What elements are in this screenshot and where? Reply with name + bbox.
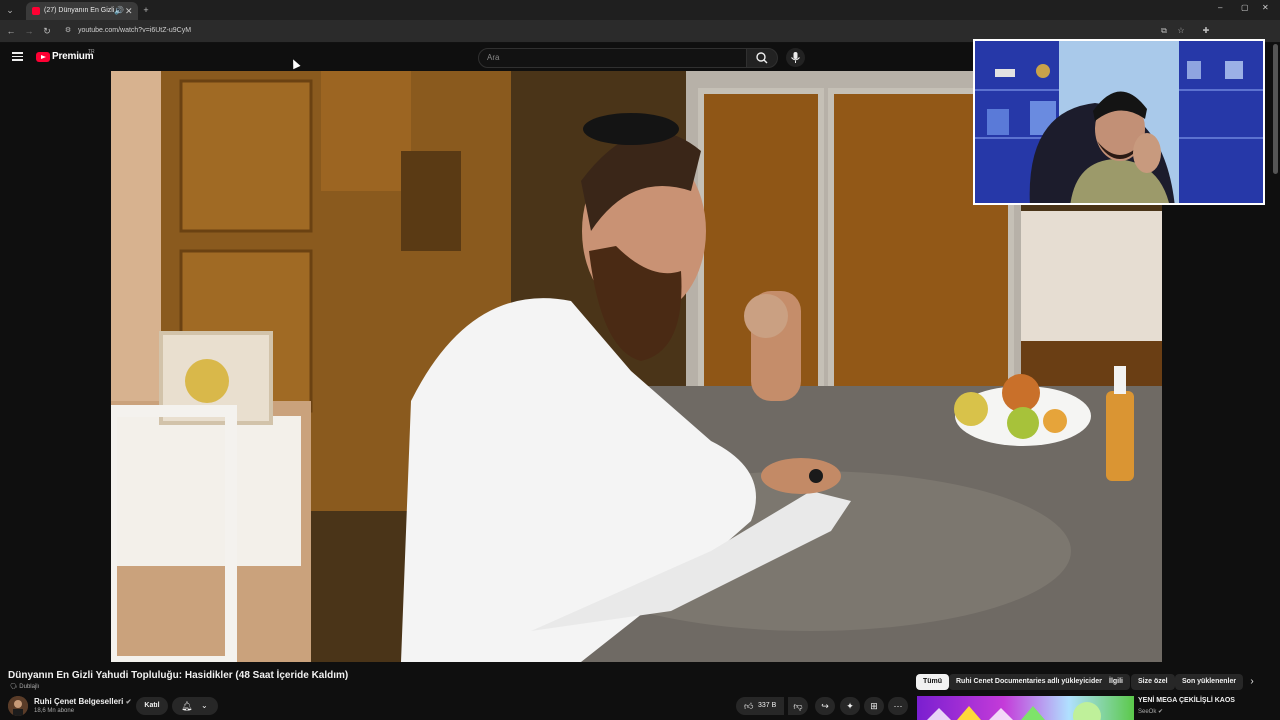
- recommended-channel-text: SeeOk: [1138, 709, 1157, 715]
- like-count: 337 B: [758, 702, 777, 709]
- bell-icon: 🔔︎: [181, 701, 193, 711]
- chip-recent[interactable]: Son yüklenenler: [1175, 674, 1244, 690]
- dislike-button[interactable]: 👎︎: [788, 697, 808, 715]
- dub-icon: 🗣: [10, 684, 18, 690]
- more-icon: ⋯: [893, 701, 903, 711]
- bookmark-star-icon[interactable]: ☆: [1175, 22, 1187, 40]
- chip-all[interactable]: Tümü: [916, 674, 950, 690]
- channel-name[interactable]: Ruhi Çenet Belgeselleri ✔: [34, 697, 131, 706]
- window-close-icon[interactable]: ✕: [1262, 3, 1269, 12]
- like-button[interactable]: 👍︎ 337 B: [736, 697, 784, 715]
- share-button[interactable]: ↪: [815, 697, 835, 715]
- back-icon[interactable]: ←: [4, 22, 18, 40]
- facecam-overlay: [973, 39, 1265, 205]
- more-actions-button[interactable]: ⋯: [888, 697, 908, 715]
- page-scrollbar[interactable]: [1273, 44, 1278, 174]
- chip-related[interactable]: İlgili: [1102, 674, 1130, 690]
- tab-title: (27) Dünyanın En Gizli Yahu: [44, 7, 114, 14]
- tab-list-icon[interactable]: ⌄: [4, 1, 16, 19]
- sparkle-icon: ✦: [846, 701, 854, 711]
- tab-close-icon[interactable]: ✕: [125, 2, 133, 20]
- dubbed-label: Dublajlı: [19, 684, 40, 690]
- address-url[interactable]: youtube.com/watch?v=i6UtZ-u9CyM: [78, 26, 191, 36]
- search-icon: [756, 52, 768, 64]
- youtube-logo-icon[interactable]: [36, 52, 50, 62]
- minimize-icon[interactable]: –: [1218, 3, 1222, 12]
- youtube-favicon: [32, 7, 40, 15]
- recommended-thumbnail[interactable]: [917, 696, 1134, 720]
- join-button[interactable]: Katıl: [136, 697, 168, 715]
- browser-tab-bar: [0, 0, 1280, 20]
- verified-icon: ✔: [125, 699, 132, 706]
- browser-tab[interactable]: (27) Dünyanın En Gizli Yahu 🔊 ✕: [26, 2, 138, 20]
- avatar-image: [8, 696, 28, 716]
- forward-icon[interactable]: →: [22, 22, 36, 40]
- dislike-icon: 👎︎: [793, 701, 803, 711]
- region-code: TR: [88, 49, 95, 55]
- facecam-frame: [975, 41, 1263, 203]
- maximize-icon[interactable]: ▢: [1241, 3, 1249, 12]
- recommended-channel: SeeOk ✔: [1138, 708, 1163, 715]
- reload-icon[interactable]: ↻: [40, 22, 54, 40]
- share-icon: ↪: [821, 701, 829, 711]
- hamburger-menu-icon[interactable]: [12, 52, 23, 61]
- save-icon: ⊞: [870, 701, 878, 711]
- new-tab-icon[interactable]: +: [140, 1, 152, 19]
- speaker-icon[interactable]: 🔊: [114, 2, 124, 20]
- chip-for-you[interactable]: Size özel: [1131, 674, 1175, 690]
- install-icon[interactable]: ⧉: [1158, 22, 1170, 40]
- search-button[interactable]: [746, 48, 778, 68]
- search-input[interactable]: Ara: [478, 48, 748, 68]
- dubbed-badge: 🗣 Dublajlı: [10, 683, 39, 690]
- extensions-icon[interactable]: ✚: [1200, 22, 1212, 40]
- chevron-right-icon[interactable]: ›: [1245, 673, 1259, 691]
- recommended-title[interactable]: YENİ MEGA ÇEKİLİŞLİ KAOS: [1138, 697, 1235, 704]
- ask-button[interactable]: ✦: [840, 697, 860, 715]
- thumbnail-image: [927, 702, 1101, 720]
- mic-icon: [791, 52, 800, 63]
- subscriber-count: 18,6 Mn abone: [34, 708, 75, 714]
- voice-search-button[interactable]: [786, 48, 805, 67]
- site-info-icon[interactable]: ⚙: [62, 22, 74, 40]
- save-button[interactable]: ⊞: [864, 697, 884, 715]
- channel-name-text: Ruhi Çenet Belgeselleri: [34, 697, 124, 706]
- subscription-bell-button[interactable]: 🔔︎ ⌄: [172, 697, 218, 715]
- chevron-down-icon: ⌄: [201, 701, 208, 710]
- chip-uploader[interactable]: Ruhi Cenet Documentaries adlı yükleyicid…: [949, 674, 1111, 690]
- channel-avatar[interactable]: [8, 696, 28, 716]
- verified-icon: ✔: [1158, 709, 1164, 715]
- search-placeholder: Ara: [487, 53, 500, 62]
- video-title: Dünyanın En Gizli Yahudi Topluluğu: Hasi…: [8, 670, 349, 681]
- like-icon: 👍︎: [744, 701, 754, 711]
